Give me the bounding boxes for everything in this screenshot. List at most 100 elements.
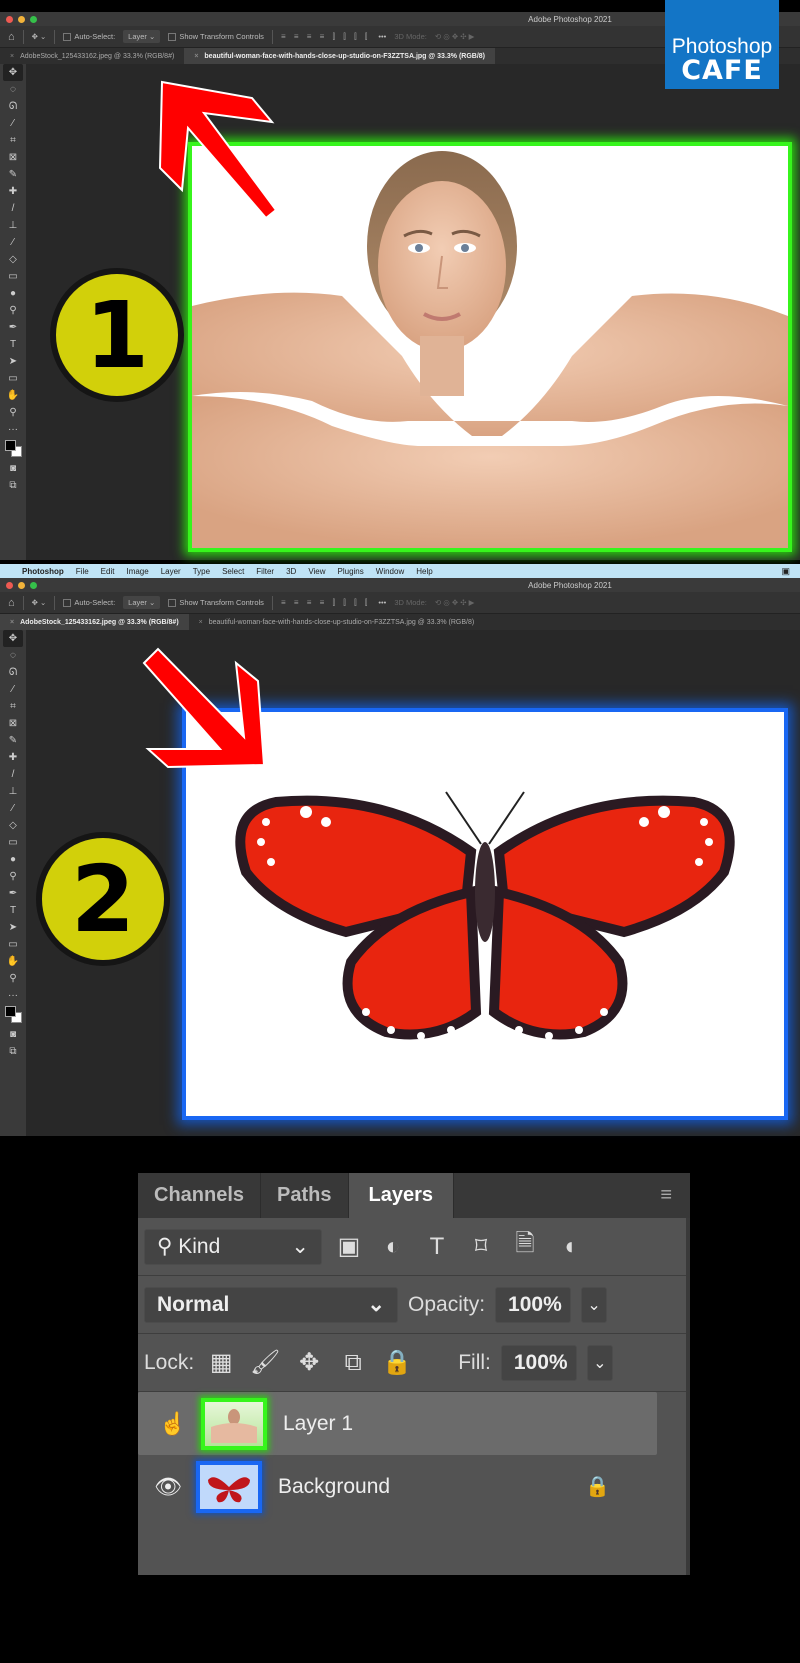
layer-lock-icon[interactable]: 🔒 bbox=[585, 1474, 610, 1499]
color-swatches[interactable] bbox=[3, 1004, 23, 1026]
move-tool-preset-icon[interactable]: ✥ ⌄ bbox=[32, 598, 47, 607]
screen-mode-icon[interactable]: ⧉ bbox=[3, 1043, 23, 1060]
tool-lasso-icon[interactable]: ᘏ bbox=[3, 664, 23, 681]
menu-edit[interactable]: Edit bbox=[101, 567, 115, 576]
tool-lasso-icon[interactable]: ᘏ bbox=[3, 98, 23, 115]
filter-kind-dropdown[interactable]: ⚲ Kind ⌄ bbox=[144, 1228, 322, 1265]
tool-blur-icon[interactable]: ● bbox=[3, 285, 23, 302]
tool-zoom-icon[interactable]: ⚲ bbox=[3, 970, 23, 987]
lock-all-icon[interactable]: 🔒 bbox=[380, 1348, 414, 1378]
hand-cursor-icon[interactable]: ☝ bbox=[143, 1411, 203, 1437]
move-tool-preset-icon[interactable]: ✥ ⌄ bbox=[32, 32, 47, 41]
auto-select-checkbox[interactable]: Auto-Select: bbox=[63, 598, 115, 607]
tool-eraser-icon[interactable]: ◇ bbox=[3, 251, 23, 268]
eye-visibility-icon[interactable]: 👁 bbox=[138, 1474, 198, 1500]
show-transform-checkbox[interactable]: Show Transform Controls bbox=[168, 32, 264, 41]
panel-menu-icon[interactable]: ≡ bbox=[660, 1184, 672, 1207]
tool-frame-icon[interactable]: ⊠ bbox=[3, 715, 23, 732]
more-options-button[interactable]: ••• bbox=[378, 598, 386, 607]
close-tab-icon[interactable]: × bbox=[10, 619, 14, 626]
tab-paths[interactable]: Paths bbox=[261, 1173, 349, 1218]
align-icons[interactable]: ≡ ≡ ≡ ≡ ⫿ ⫿ ⫿ ⫿ bbox=[281, 598, 370, 608]
layer-row-background[interactable]: 👁 Background 🔒 bbox=[138, 1455, 690, 1518]
document-tab[interactable]: × beautiful-woman-face-with-hands-close-u… bbox=[189, 614, 485, 630]
menu-type[interactable]: Type bbox=[193, 567, 210, 576]
menu-window[interactable]: Window bbox=[376, 567, 404, 576]
tool-move-icon[interactable]: ✥ bbox=[3, 64, 23, 81]
document-tab-active[interactable]: × beautiful-woman-face-with-hands-close-u… bbox=[184, 48, 496, 64]
tool-marquee-icon[interactable]: ◌ bbox=[3, 647, 23, 664]
tool-stamp-icon[interactable]: ⊥ bbox=[3, 783, 23, 800]
tool-gradient-icon[interactable]: ▭ bbox=[3, 268, 23, 285]
more-options-button[interactable]: ••• bbox=[378, 32, 386, 41]
lock-transparent-icon[interactable]: ▦ bbox=[204, 1348, 238, 1378]
layer-name[interactable]: Background bbox=[278, 1475, 390, 1499]
tool-move-icon[interactable]: ✥ bbox=[3, 630, 23, 647]
filter-toggle-icon[interactable]: ◖ bbox=[552, 1232, 586, 1262]
close-tab-icon[interactable]: × bbox=[194, 53, 198, 60]
tool-rectangle-icon[interactable]: ▭ bbox=[3, 936, 23, 953]
layer-row-layer-1[interactable]: ☝ Layer 1 bbox=[138, 1392, 657, 1455]
lock-position-icon[interactable]: ✥ bbox=[292, 1348, 326, 1378]
tool-magic-wand-icon[interactable]: ⁄ bbox=[3, 115, 23, 132]
tool-history-brush-icon[interactable]: ⁄ bbox=[3, 234, 23, 251]
tab-layers[interactable]: Layers bbox=[348, 1173, 454, 1218]
filter-type-icon[interactable]: T bbox=[420, 1232, 454, 1262]
fill-dropdown[interactable]: ⌄ bbox=[586, 1344, 613, 1381]
tool-frame-icon[interactable]: ⊠ bbox=[3, 149, 23, 166]
tool-hand-icon[interactable]: ✋ bbox=[3, 387, 23, 404]
tool-blur-icon[interactable]: ● bbox=[3, 851, 23, 868]
filter-smart-object-icon[interactable]: 🗎 bbox=[508, 1230, 542, 1262]
tool-hand-icon[interactable]: ✋ bbox=[3, 953, 23, 970]
opacity-dropdown[interactable]: ⌄ bbox=[581, 1286, 608, 1323]
tool-crop-icon[interactable]: ⌗ bbox=[3, 132, 23, 149]
document-tab[interactable]: × AdobeStock_125433162.jpeg @ 33.3% (RGB/… bbox=[0, 48, 184, 64]
menu-layer[interactable]: Layer bbox=[161, 567, 181, 576]
filter-shape-icon[interactable]: ⌑ bbox=[464, 1232, 498, 1262]
tool-brush-icon[interactable]: / bbox=[3, 766, 23, 783]
tool-marquee-icon[interactable]: ◌ bbox=[3, 81, 23, 98]
show-transform-checkbox[interactable]: Show Transform Controls bbox=[168, 598, 264, 607]
auto-select-checkbox[interactable]: Auto-Select: bbox=[63, 32, 115, 41]
layer-name[interactable]: Layer 1 bbox=[283, 1412, 353, 1436]
home-icon[interactable]: ⌂ bbox=[8, 31, 15, 43]
menu-view[interactable]: View bbox=[308, 567, 325, 576]
tool-pen-icon[interactable]: ✒ bbox=[3, 885, 23, 902]
color-swatches[interactable] bbox=[3, 438, 23, 460]
foreground-color-swatch[interactable] bbox=[5, 1006, 16, 1017]
tool-more-icon[interactable]: ··· bbox=[3, 421, 23, 438]
menu-filter[interactable]: Filter bbox=[256, 567, 274, 576]
tool-eyedropper-icon[interactable]: ✎ bbox=[3, 732, 23, 749]
tool-rectangle-icon[interactable]: ▭ bbox=[3, 370, 23, 387]
filter-adjustment-icon[interactable]: ◐ bbox=[376, 1232, 410, 1262]
tool-history-brush-icon[interactable]: ⁄ bbox=[3, 800, 23, 817]
blend-mode-dropdown[interactable]: Normal ⌄ bbox=[144, 1286, 398, 1323]
tool-type-icon[interactable]: T bbox=[3, 336, 23, 353]
tool-path-select-icon[interactable]: ➤ bbox=[3, 919, 23, 936]
tool-eraser-icon[interactable]: ◇ bbox=[3, 817, 23, 834]
menu-image[interactable]: Image bbox=[126, 567, 148, 576]
menu-help[interactable]: Help bbox=[416, 567, 432, 576]
fill-input[interactable]: 100% bbox=[500, 1344, 577, 1381]
tool-brush-icon[interactable]: / bbox=[3, 200, 23, 217]
tool-pen-icon[interactable]: ✒ bbox=[3, 319, 23, 336]
tool-path-select-icon[interactable]: ➤ bbox=[3, 353, 23, 370]
menu-3d[interactable]: 3D bbox=[286, 567, 296, 576]
tool-eyedropper-icon[interactable]: ✎ bbox=[3, 166, 23, 183]
screen-mode-icon[interactable]: ⧉ bbox=[3, 477, 23, 494]
panel-scrollbar[interactable] bbox=[686, 1218, 690, 1575]
foreground-color-swatch[interactable] bbox=[5, 440, 16, 451]
align-icons[interactable]: ≡ ≡ ≡ ≡ ⫿ ⫿ ⫿ ⫿ bbox=[281, 32, 370, 42]
tool-stamp-icon[interactable]: ⊥ bbox=[3, 217, 23, 234]
auto-select-dropdown[interactable]: Layer ⌄ bbox=[123, 596, 161, 609]
menu-plugins[interactable]: Plugins bbox=[338, 567, 364, 576]
close-tab-icon[interactable]: × bbox=[199, 619, 203, 626]
document-tab-active[interactable]: × AdobeStock_125433162.jpeg @ 33.3% (RGB/… bbox=[0, 614, 189, 630]
lock-artboard-icon[interactable]: ⧉ bbox=[336, 1348, 370, 1378]
menu-file[interactable]: File bbox=[76, 567, 89, 576]
quick-mask-icon[interactable]: ◙ bbox=[3, 460, 23, 477]
quick-mask-icon[interactable]: ◙ bbox=[3, 1026, 23, 1043]
tool-crop-icon[interactable]: ⌗ bbox=[3, 698, 23, 715]
close-tab-icon[interactable]: × bbox=[10, 53, 14, 60]
screen-record-icon[interactable]: ▣ bbox=[781, 566, 790, 577]
